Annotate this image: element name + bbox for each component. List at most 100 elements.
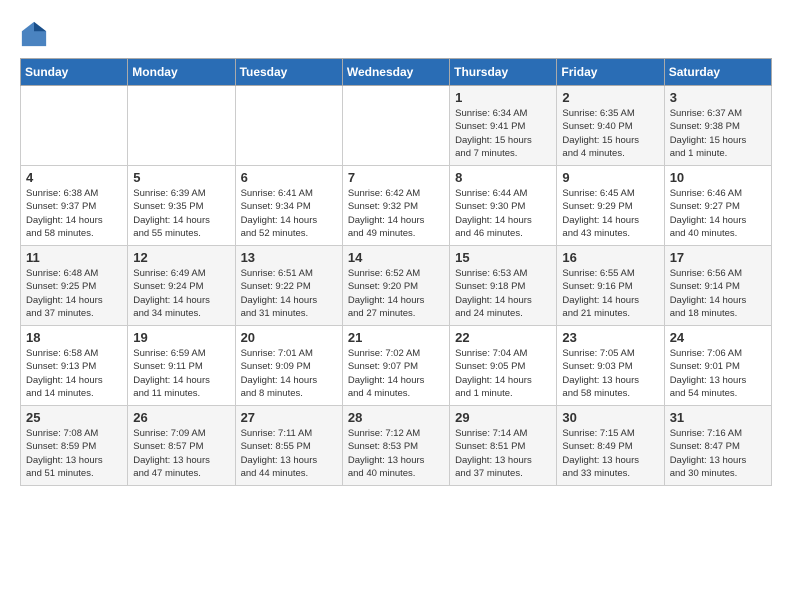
day-number: 22 bbox=[455, 330, 551, 345]
calendar-cell bbox=[235, 86, 342, 166]
day-number: 14 bbox=[348, 250, 444, 265]
day-number: 4 bbox=[26, 170, 122, 185]
day-info: Sunrise: 7:04 AM Sunset: 9:05 PM Dayligh… bbox=[455, 347, 551, 400]
day-info: Sunrise: 6:56 AM Sunset: 9:14 PM Dayligh… bbox=[670, 267, 766, 320]
col-header-monday: Monday bbox=[128, 59, 235, 86]
day-info: Sunrise: 6:48 AM Sunset: 9:25 PM Dayligh… bbox=[26, 267, 122, 320]
calendar-cell: 14 Sunrise: 6:52 AM Sunset: 9:20 PM Dayli… bbox=[342, 246, 449, 326]
day-info: Sunrise: 6:49 AM Sunset: 9:24 PM Dayligh… bbox=[133, 267, 229, 320]
day-info: Sunrise: 7:02 AM Sunset: 9:07 PM Dayligh… bbox=[348, 347, 444, 400]
day-number: 23 bbox=[562, 330, 658, 345]
calendar-cell: 28 Sunrise: 7:12 AM Sunset: 8:53 PM Dayli… bbox=[342, 406, 449, 486]
logo-icon bbox=[20, 20, 48, 48]
day-number: 7 bbox=[348, 170, 444, 185]
col-header-thursday: Thursday bbox=[450, 59, 557, 86]
calendar-cell bbox=[342, 86, 449, 166]
day-number: 5 bbox=[133, 170, 229, 185]
calendar-cell: 18Sunrise: 6:58 AM Sunset: 9:13 PM Dayli… bbox=[21, 326, 128, 406]
day-info: Sunrise: 6:53 AM Sunset: 9:18 PM Dayligh… bbox=[455, 267, 551, 320]
calendar-cell: 4Sunrise: 6:38 AM Sunset: 9:37 PM Daylig… bbox=[21, 166, 128, 246]
day-info: Sunrise: 7:09 AM Sunset: 8:57 PM Dayligh… bbox=[133, 427, 229, 480]
calendar-week-row-5: 25Sunrise: 7:08 AM Sunset: 8:59 PM Dayli… bbox=[21, 406, 772, 486]
day-info: Sunrise: 7:12 AM Sunset: 8:53 PM Dayligh… bbox=[348, 427, 444, 480]
day-info: Sunrise: 6:59 AM Sunset: 9:11 PM Dayligh… bbox=[133, 347, 229, 400]
day-number: 26 bbox=[133, 410, 229, 425]
day-number: 19 bbox=[133, 330, 229, 345]
day-number: 17 bbox=[670, 250, 766, 265]
calendar-cell bbox=[128, 86, 235, 166]
day-info: Sunrise: 6:46 AM Sunset: 9:27 PM Dayligh… bbox=[670, 187, 766, 240]
calendar-week-row-1: 1 Sunrise: 6:34 AM Sunset: 9:41 PM Daylig… bbox=[21, 86, 772, 166]
day-number: 6 bbox=[241, 170, 337, 185]
calendar-cell: 26 Sunrise: 7:09 AM Sunset: 8:57 PM Dayli… bbox=[128, 406, 235, 486]
col-header-sunday: Sunday bbox=[21, 59, 128, 86]
day-number: 2 bbox=[562, 90, 658, 105]
day-number: 8 bbox=[455, 170, 551, 185]
day-info: Sunrise: 6:37 AM Sunset: 9:38 PM Dayligh… bbox=[670, 107, 766, 160]
day-number: 31 bbox=[670, 410, 766, 425]
day-number: 15 bbox=[455, 250, 551, 265]
logo bbox=[20, 20, 52, 48]
day-number: 11 bbox=[26, 250, 122, 265]
day-number: 1 bbox=[455, 90, 551, 105]
calendar-cell: 22 Sunrise: 7:04 AM Sunset: 9:05 PM Dayli… bbox=[450, 326, 557, 406]
calendar-cell: 23 Sunrise: 7:05 AM Sunset: 9:03 PM Dayli… bbox=[557, 326, 664, 406]
day-info: Sunrise: 6:34 AM Sunset: 9:41 PM Dayligh… bbox=[455, 107, 551, 160]
calendar-cell: 6 Sunrise: 6:41 AM Sunset: 9:34 PM Daylig… bbox=[235, 166, 342, 246]
calendar-week-row-3: 11 Sunrise: 6:48 AM Sunset: 9:25 PM Dayli… bbox=[21, 246, 772, 326]
day-number: 12 bbox=[133, 250, 229, 265]
calendar-cell: 24 Sunrise: 7:06 AM Sunset: 9:01 PM Dayli… bbox=[664, 326, 771, 406]
calendar-cell: 20 Sunrise: 7:01 AM Sunset: 9:09 PM Dayli… bbox=[235, 326, 342, 406]
day-info: Sunrise: 7:08 AM Sunset: 8:59 PM Dayligh… bbox=[26, 427, 122, 480]
calendar-cell: 30 Sunrise: 7:15 AM Sunset: 8:49 PM Dayli… bbox=[557, 406, 664, 486]
day-info: Sunrise: 7:14 AM Sunset: 8:51 PM Dayligh… bbox=[455, 427, 551, 480]
calendar-cell: 17 Sunrise: 6:56 AM Sunset: 9:14 PM Dayli… bbox=[664, 246, 771, 326]
day-number: 16 bbox=[562, 250, 658, 265]
day-number: 28 bbox=[348, 410, 444, 425]
day-info: Sunrise: 6:55 AM Sunset: 9:16 PM Dayligh… bbox=[562, 267, 658, 320]
day-info: Sunrise: 6:58 AM Sunset: 9:13 PM Dayligh… bbox=[26, 347, 122, 400]
calendar-cell: 29 Sunrise: 7:14 AM Sunset: 8:51 PM Dayli… bbox=[450, 406, 557, 486]
day-info: Sunrise: 6:45 AM Sunset: 9:29 PM Dayligh… bbox=[562, 187, 658, 240]
calendar-cell: 9 Sunrise: 6:45 AM Sunset: 9:29 PM Daylig… bbox=[557, 166, 664, 246]
page-header bbox=[20, 20, 772, 48]
day-number: 20 bbox=[241, 330, 337, 345]
day-number: 30 bbox=[562, 410, 658, 425]
day-info: Sunrise: 7:01 AM Sunset: 9:09 PM Dayligh… bbox=[241, 347, 337, 400]
calendar-cell: 27 Sunrise: 7:11 AM Sunset: 8:55 PM Dayli… bbox=[235, 406, 342, 486]
day-info: Sunrise: 7:05 AM Sunset: 9:03 PM Dayligh… bbox=[562, 347, 658, 400]
calendar-cell: 2 Sunrise: 6:35 AM Sunset: 9:40 PM Daylig… bbox=[557, 86, 664, 166]
day-number: 9 bbox=[562, 170, 658, 185]
calendar-cell: 13Sunrise: 6:51 AM Sunset: 9:22 PM Dayli… bbox=[235, 246, 342, 326]
day-info: Sunrise: 6:35 AM Sunset: 9:40 PM Dayligh… bbox=[562, 107, 658, 160]
calendar-cell: 15 Sunrise: 6:53 AM Sunset: 9:18 PM Dayli… bbox=[450, 246, 557, 326]
calendar-cell: 12 Sunrise: 6:49 AM Sunset: 9:24 PM Dayli… bbox=[128, 246, 235, 326]
calendar-week-row-2: 4Sunrise: 6:38 AM Sunset: 9:37 PM Daylig… bbox=[21, 166, 772, 246]
day-info: Sunrise: 6:52 AM Sunset: 9:20 PM Dayligh… bbox=[348, 267, 444, 320]
day-number: 3 bbox=[670, 90, 766, 105]
day-number: 27 bbox=[241, 410, 337, 425]
day-number: 10 bbox=[670, 170, 766, 185]
day-number: 13 bbox=[241, 250, 337, 265]
calendar-cell: 21 Sunrise: 7:02 AM Sunset: 9:07 PM Dayli… bbox=[342, 326, 449, 406]
calendar-cell: 31Sunrise: 7:16 AM Sunset: 8:47 PM Dayli… bbox=[664, 406, 771, 486]
day-number: 24 bbox=[670, 330, 766, 345]
calendar-cell: 16 Sunrise: 6:55 AM Sunset: 9:16 PM Dayli… bbox=[557, 246, 664, 326]
col-header-tuesday: Tuesday bbox=[235, 59, 342, 86]
day-info: Sunrise: 6:42 AM Sunset: 9:32 PM Dayligh… bbox=[348, 187, 444, 240]
day-info: Sunrise: 7:06 AM Sunset: 9:01 PM Dayligh… bbox=[670, 347, 766, 400]
calendar-cell: 19 Sunrise: 6:59 AM Sunset: 9:11 PM Dayli… bbox=[128, 326, 235, 406]
day-number: 29 bbox=[455, 410, 551, 425]
calendar-header-row: SundayMondayTuesdayWednesdayThursdayFrid… bbox=[21, 59, 772, 86]
day-info: Sunrise: 6:44 AM Sunset: 9:30 PM Dayligh… bbox=[455, 187, 551, 240]
calendar-cell: 5 Sunrise: 6:39 AM Sunset: 9:35 PM Daylig… bbox=[128, 166, 235, 246]
day-info: Sunrise: 6:39 AM Sunset: 9:35 PM Dayligh… bbox=[133, 187, 229, 240]
day-number: 21 bbox=[348, 330, 444, 345]
calendar-cell: 3 Sunrise: 6:37 AM Sunset: 9:38 PM Daylig… bbox=[664, 86, 771, 166]
calendar-cell: 25Sunrise: 7:08 AM Sunset: 8:59 PM Dayli… bbox=[21, 406, 128, 486]
day-info: Sunrise: 7:15 AM Sunset: 8:49 PM Dayligh… bbox=[562, 427, 658, 480]
calendar-cell: 10 Sunrise: 6:46 AM Sunset: 9:27 PM Dayli… bbox=[664, 166, 771, 246]
day-info: Sunrise: 7:11 AM Sunset: 8:55 PM Dayligh… bbox=[241, 427, 337, 480]
day-info: Sunrise: 6:41 AM Sunset: 9:34 PM Dayligh… bbox=[241, 187, 337, 240]
calendar-cell: 8 Sunrise: 6:44 AM Sunset: 9:30 PM Daylig… bbox=[450, 166, 557, 246]
